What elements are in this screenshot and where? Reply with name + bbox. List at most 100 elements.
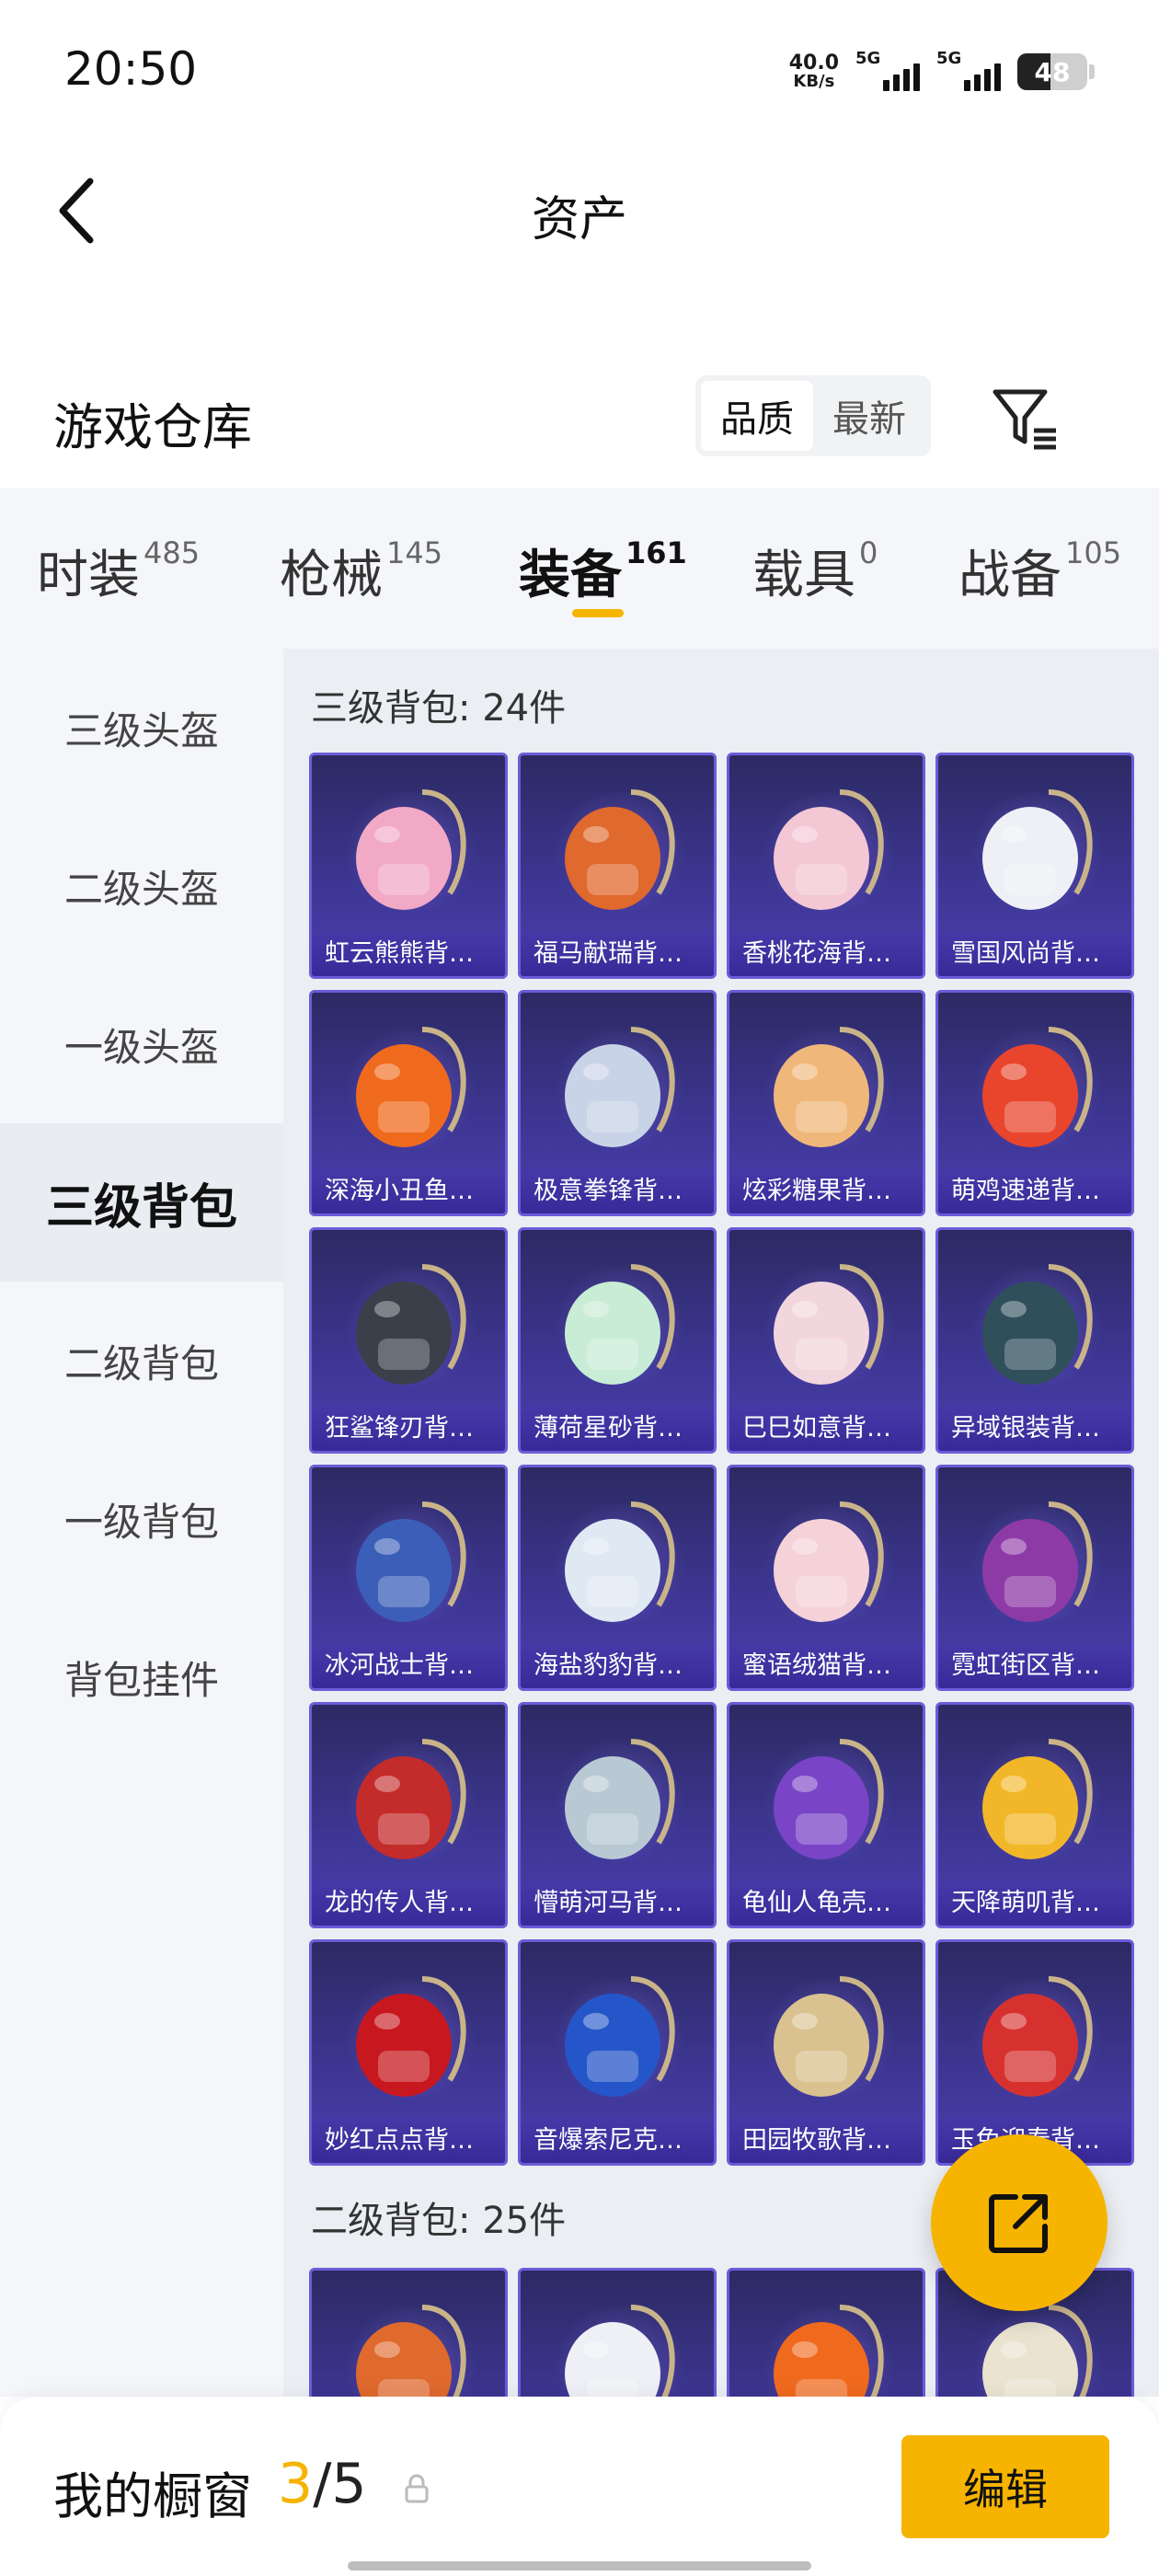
item-card[interactable]: 妙红点点背… [309,1939,508,2166]
backpack-icon [356,1976,466,2097]
item-card[interactable]: 异域银装背… [935,1227,1134,1454]
item-name: 天降萌叽背… [938,1881,1131,1926]
tab-count: 105 [1065,535,1122,570]
backpack-icon [356,1264,466,1385]
sidebar-item-level2-backpack[interactable]: 二级背包 [0,1282,283,1440]
item-card[interactable]: 薄荷星砂背… [518,1227,717,1454]
item-card[interactable]: 霓虹街区背… [935,1465,1134,1691]
app-header: 资产 [0,138,1159,285]
signal-icon: 5G [855,49,920,95]
backpack-icon [565,789,675,910]
backpack-icon [982,1976,1093,2097]
item-name: 巳巳如意背… [729,1407,923,1451]
backpack-icon [356,1027,466,1147]
home-indicator [348,2561,811,2570]
battery-level: 48 [1034,57,1071,87]
item-name: 妙红点点背… [312,2119,505,2163]
backpack-icon [774,1027,884,1147]
showcase-bar: 我的橱窗 3/5 编辑 [0,2397,1159,2576]
item-name: 极意拳锋背… [521,1169,714,1213]
tab-weapons[interactable]: 枪械 145 [280,534,442,608]
item-card[interactable]: 田园牧歌背… [727,1939,925,2166]
item-card[interactable]: 福马献瑞背… [518,753,717,979]
item-card[interactable]: 香桃花海背… [727,753,925,979]
sidebar-item-level3-backpack[interactable]: 三级背包 [0,1123,283,1282]
backpack-icon [356,2305,466,2397]
edit-button[interactable]: 编辑 [901,2435,1109,2538]
item-card[interactable]: 蜜语绒猫背… [727,1465,925,1691]
tab-label: 载具 [752,546,855,605]
item-name: 萌鸡速递背… [938,1169,1131,1213]
item-card[interactable]: 萌鸡速递背… [935,990,1134,1216]
backpack-icon [565,1739,675,1859]
tab-label: 战备 [958,546,1061,605]
filter-button[interactable] [988,383,1061,456]
item-card[interactable]: 玉兔迎春背… [935,1939,1134,2166]
item-card[interactable] [518,2268,717,2397]
tab-vehicles[interactable]: 载具 0 [752,534,878,608]
status-indicators: 40.0 KB/s 5G 5G 48 [789,46,1095,98]
tab-count: 0 [859,535,878,570]
sidebar-item-backpack-charm[interactable]: 背包挂件 [0,1598,283,1756]
item-card[interactable]: 龟仙人龟壳… [727,1702,925,1928]
item-name: 薄荷星砂背… [521,1407,714,1451]
item-card[interactable]: 巳巳如意背… [727,1227,925,1454]
tab-count: 145 [386,535,443,570]
item-card[interactable]: 天降萌叽背… [935,1702,1134,1928]
backpack-icon [356,1739,466,1859]
tab-supplies[interactable]: 战备 105 [958,534,1121,608]
item-card[interactable]: 龙的传人背… [309,1702,508,1928]
item-card[interactable]: 狂鲨锋刃背… [309,1227,508,1454]
showcase-separator: / [313,2452,332,2516]
showcase-current: 3 [278,2452,314,2516]
sidebar-item-level3-helmet[interactable]: 三级头盔 [0,649,283,807]
backpack-icon [774,1976,884,2097]
tab-label: 装备 [519,546,622,605]
backpack-icon [565,2305,675,2397]
backpack-icon [565,1027,675,1147]
item-card[interactable] [309,2268,508,2397]
tab-fashion[interactable]: 时装 485 [37,534,200,608]
subcategory-sidebar: 三级头盔 二级头盔 一级头盔 三级背包 二级背包 一级背包 背包挂件 [0,649,283,2397]
backpack-icon [565,1976,675,2097]
share-icon [989,2194,1048,2253]
item-card[interactable]: 极意拳锋背… [518,990,717,1216]
sort-option-newest[interactable]: 最新 [813,381,925,451]
sidebar-item-level2-helmet[interactable]: 二级头盔 [0,807,283,965]
backpack-icon [982,1501,1093,1622]
item-name: 海盐豹豹背… [521,1644,714,1688]
tab-count: 485 [143,535,201,570]
item-card[interactable]: 冰河战士背… [309,1465,508,1691]
sort-option-quality[interactable]: 品质 [701,381,813,451]
share-button[interactable] [931,2134,1107,2311]
status-bar: 20:50 40.0 KB/s 5G 5G 48 [0,0,1159,138]
item-name: 冰河战士背… [312,1644,505,1688]
item-card[interactable]: 懵萌河马背… [518,1702,717,1928]
showcase-label: 我的橱窗 [53,2467,252,2525]
tab-equipment[interactable]: 装备 161 [519,534,687,608]
tab-label: 时装 [37,546,140,605]
backpack-icon [565,1264,675,1385]
network-speed-unit: KB/s [793,72,835,91]
network-speed: 40.0 KB/s [789,53,839,90]
item-card[interactable]: 虹云熊熊背… [309,753,508,979]
category-tabs: 时装 485 枪械 145 装备 161 载具 0 战备 105 [0,488,1159,649]
item-card[interactable]: 深海小丑鱼… [309,990,508,1216]
sidebar-item-level1-backpack[interactable]: 一级背包 [0,1440,283,1598]
item-card[interactable]: 海盐豹豹背… [518,1465,717,1691]
group-title: 二级背包: 25件 [311,2200,567,2242]
item-card[interactable]: 雪国风尚背… [935,753,1134,979]
filter-icon [993,389,1056,450]
backpack-icon [774,789,884,910]
network-speed-value: 40.0 [788,52,839,75]
backpack-icon [982,1264,1093,1385]
status-time: 20:50 [64,42,198,96]
item-card[interactable]: 炫彩糖果背… [727,990,925,1216]
item-name: 深海小丑鱼… [312,1169,505,1213]
sidebar-item-level1-helmet[interactable]: 一级头盔 [0,965,283,1123]
item-card[interactable] [727,2268,925,2397]
lock-icon [405,2474,429,2503]
item-card[interactable]: 音爆索尼克… [518,1939,717,2166]
backpack-icon [565,1501,675,1622]
item-name: 雪国风尚背… [938,932,1131,976]
